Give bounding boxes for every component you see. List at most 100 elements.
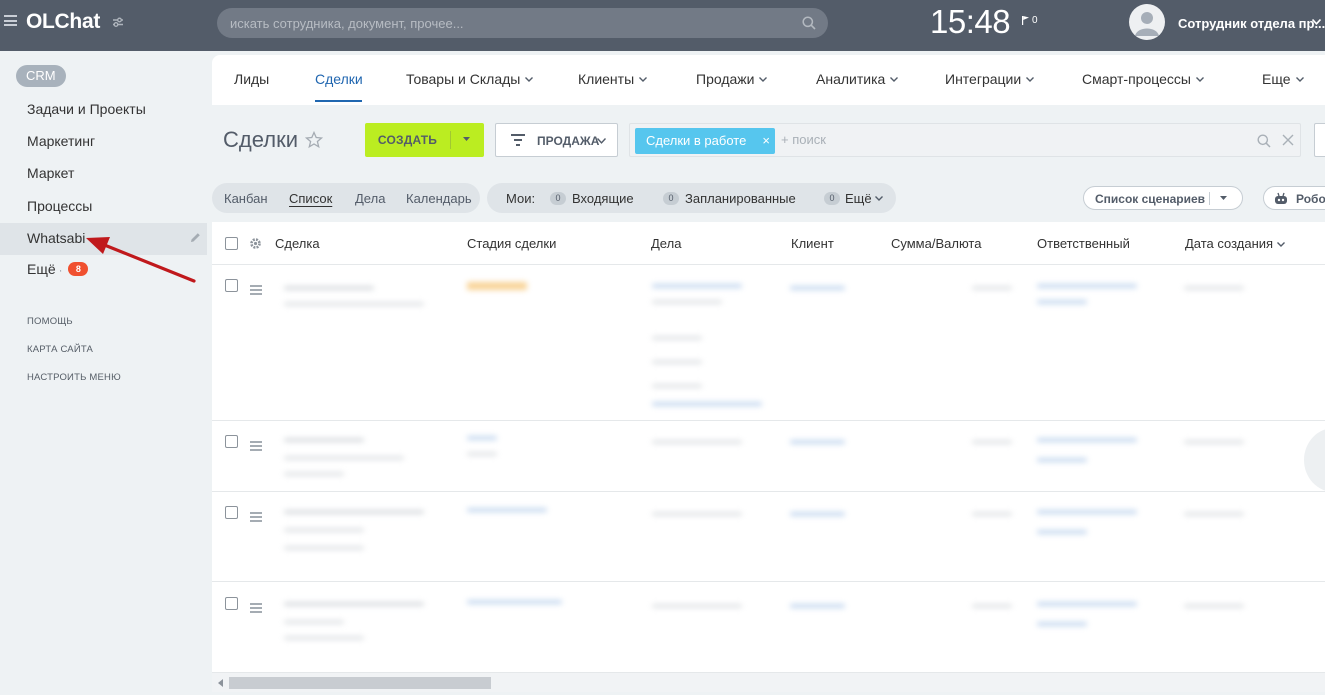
scenarios-label: Список сценариев (1095, 192, 1206, 206)
drag-handle-icon[interactable] (250, 441, 262, 453)
top-bar: OLChat 15:48 0 Сотрудник отдела пр... (0, 0, 1325, 51)
tab-analytics-label: Аналитика (816, 71, 886, 87)
sidebar-item-marketing[interactable]: Маркетинг (27, 133, 95, 149)
view-calendar[interactable]: Календарь (406, 191, 472, 206)
tab-integrations-label: Интеграции (945, 71, 1022, 87)
search-input[interactable] (230, 8, 790, 38)
pipeline-select-button[interactable]: ПРОДАЖА (495, 123, 618, 157)
select-all-checkbox[interactable] (225, 237, 238, 250)
settings-sliders-icon[interactable] (112, 16, 124, 28)
sidebar-item-market[interactable]: Маркет (27, 165, 74, 181)
column-created-date-label: Дата создания (1185, 236, 1274, 251)
search-icon[interactable] (802, 16, 816, 30)
counter-more[interactable]: Ещё (845, 191, 884, 206)
clear-icon[interactable] (1282, 134, 1294, 146)
chevron-down-icon (1195, 77, 1204, 82)
divider (450, 131, 451, 149)
robot-icon (1275, 192, 1287, 204)
drag-handle-icon[interactable] (250, 285, 262, 297)
scrollbar-thumb[interactable] (229, 677, 491, 689)
sidebar-item-crm[interactable]: CRM (16, 65, 66, 87)
gear-icon[interactable] (249, 237, 262, 250)
menu-icon[interactable] (4, 15, 17, 26)
tab-products[interactable]: Товары и Склады (406, 71, 534, 87)
tab-clients-label: Клиенты (578, 71, 635, 87)
blurred-content (272, 274, 1275, 660)
column-activities[interactable]: Дела (651, 236, 681, 251)
column-amount[interactable]: Сумма/Валюта (891, 236, 981, 251)
crm-tabs: Лиды Сделки Товары и Склады Клиенты Прод… (212, 55, 1325, 105)
tab-clients[interactable]: Клиенты (578, 71, 648, 87)
tab-integrations[interactable]: Интеграции (945, 71, 1035, 87)
create-button[interactable]: СОЗДАТЬ (365, 123, 484, 157)
flag-icon (1022, 16, 1029, 25)
column-deal[interactable]: Сделка (275, 236, 320, 251)
column-created-date[interactable]: Дата создания (1185, 236, 1285, 251)
sidebar-item-more-label: Ещё (27, 261, 56, 277)
robots-label: Робот (1296, 192, 1325, 206)
tab-smart-processes[interactable]: Смарт-процессы (1082, 71, 1204, 87)
row-checkbox[interactable] (225, 506, 238, 519)
user-icon (1135, 12, 1159, 36)
settings-button[interactable] (1314, 123, 1325, 157)
flag-count: 0 (1032, 15, 1038, 26)
filter-chip-label: Сделки в работе (646, 133, 747, 148)
scroll-left-icon[interactable] (218, 679, 223, 687)
close-icon[interactable]: × (762, 128, 770, 154)
caret-down-icon[interactable] (463, 137, 470, 141)
caret-down-icon[interactable] (1220, 196, 1227, 200)
tab-analytics[interactable]: Аналитика (816, 71, 899, 87)
sidebar-configure-menu-link[interactable]: НАСТРОИТЬ МЕНЮ (27, 372, 121, 383)
active-tab-indicator (315, 100, 362, 102)
sidebar-help-link[interactable]: ПОМОЩЬ (27, 316, 73, 327)
tab-deals[interactable]: Сделки (315, 71, 363, 87)
sidebar-item-whatsabi[interactable]: Whatsabi (27, 230, 85, 246)
workday-flag[interactable]: 0 (1022, 15, 1038, 26)
row-checkbox[interactable] (225, 279, 238, 292)
filter-chip[interactable]: Сделки в работе × (635, 128, 775, 154)
grid-header: Сделка Стадия сделки Дела Клиент Сумма/В… (212, 222, 1325, 265)
tab-sales[interactable]: Продажи (696, 71, 768, 87)
chevron-down-icon[interactable] (1312, 19, 1321, 25)
avatar[interactable] (1129, 4, 1165, 40)
view-switcher: Канбан Список Дела Календарь (212, 183, 480, 213)
tab-leads[interactable]: Лиды (234, 71, 269, 87)
chevron-down-icon (875, 196, 884, 201)
scenarios-button[interactable]: Список сценариев (1083, 186, 1243, 210)
logo[interactable]: OLChat (26, 10, 100, 34)
page-title: Сделки (223, 127, 298, 152)
sidebar-sitemap-link[interactable]: КАРТА САЙТА (27, 344, 93, 355)
clock[interactable]: 15:48 (930, 3, 1011, 41)
drag-handle-icon[interactable] (250, 512, 262, 524)
sidebar-item-more[interactable]: Ещё · 8 (27, 261, 89, 277)
counter-badge: 0 (550, 192, 566, 205)
view-activities[interactable]: Дела (355, 191, 385, 206)
tab-more[interactable]: Еще (1262, 71, 1304, 87)
counter-incoming[interactable]: Входящие (572, 191, 634, 206)
column-stage[interactable]: Стадия сделки (467, 236, 556, 251)
filter-search-box[interactable]: Сделки в работе × + поиск (629, 123, 1301, 157)
chevron-down-icon (1295, 77, 1304, 82)
my-counters: Мои: 0 Входящие 0 Запланированные 0 Ещё (487, 183, 896, 213)
row-checkbox[interactable] (225, 435, 238, 448)
sidebar-item-tasks[interactable]: Задачи и Проекты (27, 101, 146, 117)
view-kanban[interactable]: Канбан (224, 191, 268, 206)
sidebar-item-processes[interactable]: Процессы (27, 198, 92, 214)
sort-down-icon (1276, 242, 1285, 247)
filter-icon (511, 134, 525, 146)
column-responsible[interactable]: Ответственный (1037, 236, 1130, 251)
filter-search-input[interactable]: + поиск (781, 132, 826, 147)
robots-button[interactable]: Робот (1263, 186, 1325, 210)
column-client[interactable]: Клиент (791, 236, 834, 251)
counter-planned[interactable]: Запланированные (685, 191, 796, 206)
view-list[interactable]: Список (289, 191, 332, 206)
star-icon[interactable] (305, 131, 323, 149)
search-icon[interactable] (1257, 134, 1271, 148)
left-menu: CRM Задачи и Проекты Маркетинг Маркет Пр… (0, 51, 207, 695)
drag-handle-icon[interactable] (250, 603, 262, 615)
row-checkbox[interactable] (225, 597, 238, 610)
global-search[interactable] (217, 8, 828, 38)
horizontal-scrollbar[interactable] (212, 672, 1325, 692)
user-name[interactable]: Сотрудник отдела пр... (1178, 16, 1325, 31)
pipeline-select-label: ПРОДАЖА (537, 134, 600, 148)
